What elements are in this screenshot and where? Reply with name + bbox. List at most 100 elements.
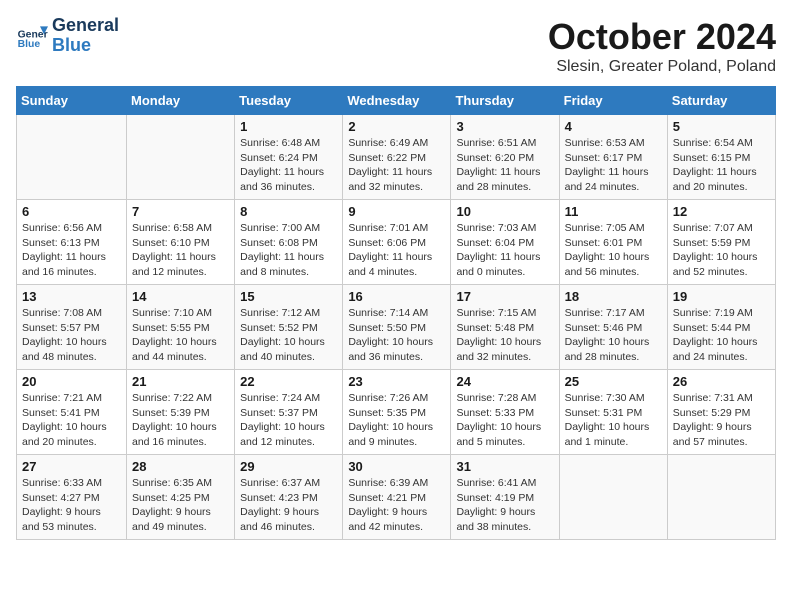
calendar-cell	[17, 115, 127, 200]
day-number: 15	[240, 289, 337, 304]
day-number: 7	[132, 204, 229, 219]
day-info: Sunrise: 7:17 AM Sunset: 5:46 PM Dayligh…	[565, 306, 662, 365]
calendar-week-5: 27Sunrise: 6:33 AM Sunset: 4:27 PM Dayli…	[17, 455, 776, 540]
header-cell-monday: Monday	[127, 87, 235, 115]
calendar-week-3: 13 Sunrise: 7:08 AM Sunset: 5:57 PM Dayli…	[17, 285, 776, 370]
calendar-cell: 8Sunrise: 7:00 AM Sunset: 6:08 PM Daylig…	[235, 200, 343, 285]
logo: General Blue General Blue	[16, 16, 119, 56]
day-number: 4	[565, 119, 662, 134]
calendar-cell: 10 Sunrise: 7:03 AM Sunset: 6:04 PM Dayli…	[451, 200, 559, 285]
calendar-cell: 11 Sunrise: 7:05 AM Sunset: 6:01 PM Dayli…	[559, 200, 667, 285]
calendar-body: 1 Sunrise: 6:48 AM Sunset: 6:24 PM Daylig…	[17, 115, 776, 540]
day-number: 30	[348, 459, 445, 474]
calendar-cell: 13 Sunrise: 7:08 AM Sunset: 5:57 PM Dayli…	[17, 285, 127, 370]
day-number: 25	[565, 374, 662, 389]
calendar-cell: 2Sunrise: 6:49 AM Sunset: 6:22 PM Daylig…	[343, 115, 451, 200]
day-info: Sunrise: 7:21 AM Sunset: 5:41 PM Dayligh…	[22, 391, 121, 450]
day-info: Sunrise: 6:56 AM Sunset: 6:13 PM Dayligh…	[22, 221, 121, 280]
calendar-cell: 12 Sunrise: 7:07 AM Sunset: 5:59 PM Dayli…	[667, 200, 775, 285]
day-number: 11	[565, 204, 662, 219]
calendar-cell: 7 Sunrise: 6:58 AM Sunset: 6:10 PM Daylig…	[127, 200, 235, 285]
day-info: Sunrise: 7:31 AM Sunset: 5:29 PM Dayligh…	[673, 391, 770, 450]
header-cell-friday: Friday	[559, 87, 667, 115]
title-block: October 2024 Slesin, Greater Poland, Pol…	[548, 16, 776, 76]
day-info: Sunrise: 7:22 AM Sunset: 5:39 PM Dayligh…	[132, 391, 229, 450]
day-number: 9	[348, 204, 445, 219]
day-info: Sunrise: 7:10 AM Sunset: 5:55 PM Dayligh…	[132, 306, 229, 365]
calendar-cell: 19 Sunrise: 7:19 AM Sunset: 5:44 PM Dayli…	[667, 285, 775, 370]
calendar-table: SundayMondayTuesdayWednesdayThursdayFrid…	[16, 86, 776, 540]
calendar-cell: 25 Sunrise: 7:30 AM Sunset: 5:31 PM Dayli…	[559, 370, 667, 455]
day-info: Sunrise: 6:41 AM Sunset: 4:19 PM Dayligh…	[456, 476, 553, 535]
calendar-week-4: 20 Sunrise: 7:21 AM Sunset: 5:41 PM Dayli…	[17, 370, 776, 455]
header-cell-saturday: Saturday	[667, 87, 775, 115]
calendar-cell	[127, 115, 235, 200]
day-info: Sunrise: 7:24 AM Sunset: 5:37 PM Dayligh…	[240, 391, 337, 450]
day-info: Sunrise: 6:54 AM Sunset: 6:15 PM Dayligh…	[673, 136, 770, 195]
day-number: 22	[240, 374, 337, 389]
day-info: Sunrise: 7:12 AM Sunset: 5:52 PM Dayligh…	[240, 306, 337, 365]
month-title: October 2024	[548, 16, 776, 58]
day-info: Sunrise: 6:39 AM Sunset: 4:21 PM Dayligh…	[348, 476, 445, 535]
calendar-cell	[667, 455, 775, 540]
day-number: 21	[132, 374, 229, 389]
calendar-cell: 5 Sunrise: 6:54 AM Sunset: 6:15 PM Daylig…	[667, 115, 775, 200]
calendar-cell: 6 Sunrise: 6:56 AM Sunset: 6:13 PM Daylig…	[17, 200, 127, 285]
day-number: 10	[456, 204, 553, 219]
day-number: 17	[456, 289, 553, 304]
header-cell-tuesday: Tuesday	[235, 87, 343, 115]
calendar-cell: 17 Sunrise: 7:15 AM Sunset: 5:48 PM Dayli…	[451, 285, 559, 370]
location-title: Slesin, Greater Poland, Poland	[548, 58, 776, 76]
calendar-cell: 9 Sunrise: 7:01 AM Sunset: 6:06 PM Daylig…	[343, 200, 451, 285]
day-info: Sunrise: 7:05 AM Sunset: 6:01 PM Dayligh…	[565, 221, 662, 280]
day-number: 3	[456, 119, 553, 134]
svg-text:Blue: Blue	[18, 39, 41, 50]
day-info: Sunrise: 7:30 AM Sunset: 5:31 PM Dayligh…	[565, 391, 662, 450]
calendar-cell: 23 Sunrise: 7:26 AM Sunset: 5:35 PM Dayli…	[343, 370, 451, 455]
day-info: Sunrise: 7:19 AM Sunset: 5:44 PM Dayligh…	[673, 306, 770, 365]
day-info: Sunrise: 7:26 AM Sunset: 5:35 PM Dayligh…	[348, 391, 445, 450]
day-info: Sunrise: 6:49 AM Sunset: 6:22 PM Dayligh…	[348, 136, 445, 195]
day-info: Sunrise: 7:03 AM Sunset: 6:04 PM Dayligh…	[456, 221, 553, 280]
day-info: Sunrise: 7:07 AM Sunset: 5:59 PM Dayligh…	[673, 221, 770, 280]
day-number: 13	[22, 289, 121, 304]
day-number: 5	[673, 119, 770, 134]
day-info: Sunrise: 6:58 AM Sunset: 6:10 PM Dayligh…	[132, 221, 229, 280]
calendar-cell: 26Sunrise: 7:31 AM Sunset: 5:29 PM Dayli…	[667, 370, 775, 455]
calendar-cell: 1 Sunrise: 6:48 AM Sunset: 6:24 PM Daylig…	[235, 115, 343, 200]
day-info: Sunrise: 6:53 AM Sunset: 6:17 PM Dayligh…	[565, 136, 662, 195]
day-info: Sunrise: 7:08 AM Sunset: 5:57 PM Dayligh…	[22, 306, 121, 365]
day-info: Sunrise: 7:28 AM Sunset: 5:33 PM Dayligh…	[456, 391, 553, 450]
day-number: 1	[240, 119, 337, 134]
calendar-cell: 18 Sunrise: 7:17 AM Sunset: 5:46 PM Dayli…	[559, 285, 667, 370]
day-number: 8	[240, 204, 337, 219]
calendar-week-2: 6 Sunrise: 6:56 AM Sunset: 6:13 PM Daylig…	[17, 200, 776, 285]
day-number: 12	[673, 204, 770, 219]
day-info: Sunrise: 6:48 AM Sunset: 6:24 PM Dayligh…	[240, 136, 337, 195]
day-number: 23	[348, 374, 445, 389]
calendar-cell: 30 Sunrise: 6:39 AM Sunset: 4:21 PM Dayli…	[343, 455, 451, 540]
calendar-cell: 31 Sunrise: 6:41 AM Sunset: 4:19 PM Dayli…	[451, 455, 559, 540]
calendar-cell: 14Sunrise: 7:10 AM Sunset: 5:55 PM Dayli…	[127, 285, 235, 370]
day-number: 20	[22, 374, 121, 389]
page-header: General Blue General Blue October 2024 S…	[16, 16, 776, 76]
day-info: Sunrise: 7:15 AM Sunset: 5:48 PM Dayligh…	[456, 306, 553, 365]
day-number: 29	[240, 459, 337, 474]
calendar-cell: 3 Sunrise: 6:51 AM Sunset: 6:20 PM Daylig…	[451, 115, 559, 200]
calendar-cell: 27Sunrise: 6:33 AM Sunset: 4:27 PM Dayli…	[17, 455, 127, 540]
day-number: 31	[456, 459, 553, 474]
day-number: 19	[673, 289, 770, 304]
header-cell-wednesday: Wednesday	[343, 87, 451, 115]
day-info: Sunrise: 7:01 AM Sunset: 6:06 PM Dayligh…	[348, 221, 445, 280]
day-info: Sunrise: 6:33 AM Sunset: 4:27 PM Dayligh…	[22, 476, 121, 535]
day-number: 18	[565, 289, 662, 304]
calendar-cell: 20 Sunrise: 7:21 AM Sunset: 5:41 PM Dayli…	[17, 370, 127, 455]
day-info: Sunrise: 6:37 AM Sunset: 4:23 PM Dayligh…	[240, 476, 337, 535]
calendar-cell: 4 Sunrise: 6:53 AM Sunset: 6:17 PM Daylig…	[559, 115, 667, 200]
logo-icon: General Blue	[16, 20, 48, 52]
day-info: Sunrise: 6:51 AM Sunset: 6:20 PM Dayligh…	[456, 136, 553, 195]
day-number: 16	[348, 289, 445, 304]
calendar-header-row: SundayMondayTuesdayWednesdayThursdayFrid…	[17, 87, 776, 115]
header-cell-sunday: Sunday	[17, 87, 127, 115]
day-number: 6	[22, 204, 121, 219]
